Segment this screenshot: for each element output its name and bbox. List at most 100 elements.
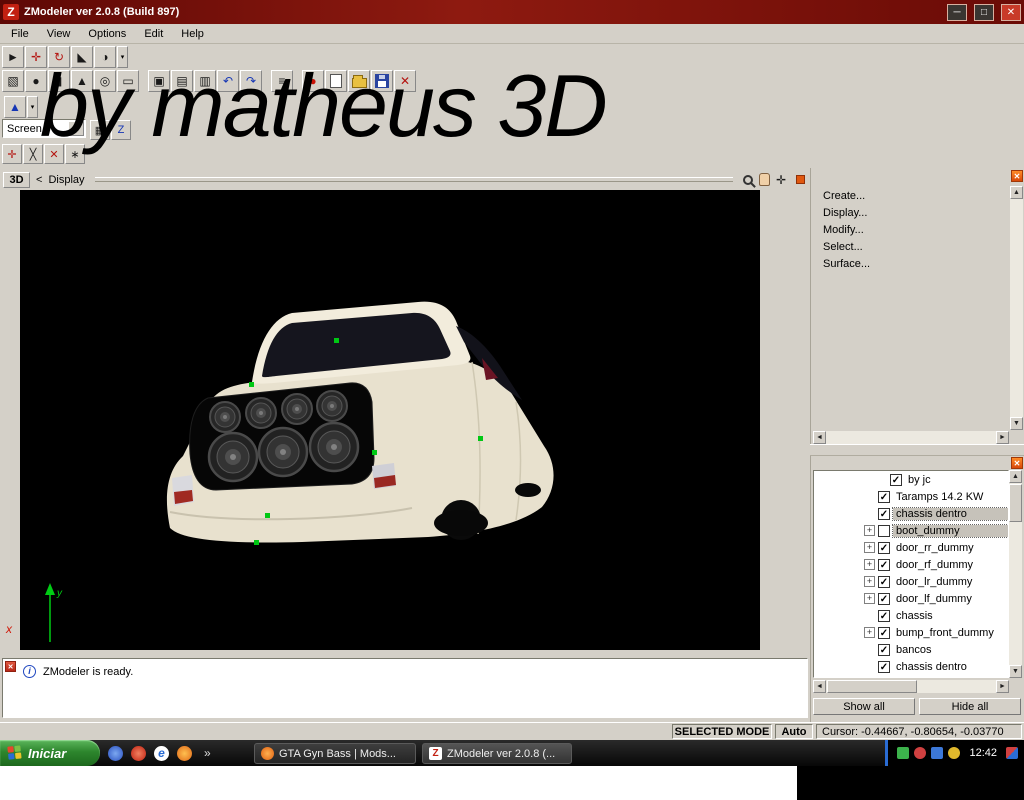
close-button[interactable]: ✕ <box>1001 3 1021 21</box>
zoom-icon[interactable] <box>742 174 753 185</box>
modes-dropdown-icon[interactable]: ▾ <box>117 46 128 68</box>
tray-misc-icon[interactable] <box>1006 747 1018 759</box>
titlebar[interactable]: Z ZModeler ver 2.0.8 (Build 897) ─ □ ✕ <box>0 0 1024 24</box>
tree-item[interactable]: + ✓ bump_front_dummy <box>814 624 1008 641</box>
command-select[interactable]: Select... <box>823 239 870 256</box>
command-modify[interactable]: Modify... <box>823 222 870 239</box>
scroll-left-icon[interactable]: ◄ <box>813 680 826 693</box>
mirror-tool-icon[interactable]: ◑ <box>94 46 116 68</box>
pan-hand-icon[interactable] <box>758 173 770 186</box>
visibility-checkbox[interactable]: ✓ <box>878 507 890 520</box>
move-view-icon[interactable]: ✛ <box>776 173 786 187</box>
visibility-checkbox[interactable]: ✓ <box>878 626 890 639</box>
quicklaunch-opera-icon[interactable] <box>131 745 146 761</box>
panel-close-icon[interactable]: ✕ <box>1011 170 1023 182</box>
minimize-button[interactable]: ─ <box>947 3 967 21</box>
face-tool-icon[interactable]: ✕ <box>44 144 64 164</box>
undo-icon[interactable]: ↶ <box>217 70 239 92</box>
new-file-icon[interactable] <box>325 70 347 92</box>
visibility-checkbox[interactable]: ✓ <box>878 558 890 571</box>
tree-vscrollbar[interactable]: ▲ ▼ <box>1009 470 1022 678</box>
delete-icon[interactable]: ✕ <box>394 70 416 92</box>
expand-icon[interactable]: + <box>864 627 875 638</box>
taskbar-task-browser[interactable]: GTA Gyn Bass | Mods... <box>254 743 416 764</box>
create-torus-icon[interactable]: ◎ <box>94 70 116 92</box>
taskbar-task-zmodeler[interactable]: Z ZModeler ver 2.0.8 (... <box>422 743 572 764</box>
scrollbar-thumb[interactable] <box>827 680 917 693</box>
scroll-up-icon[interactable]: ▲ <box>1009 470 1022 483</box>
scale-tool-icon[interactable]: ◣ <box>71 46 93 68</box>
start-button[interactable]: Iniciar <box>0 740 100 766</box>
render-icon[interactable]: ● <box>302 70 324 92</box>
tray-network-icon[interactable] <box>931 747 944 759</box>
collapse-arrow-icon[interactable]: < <box>36 174 42 186</box>
visibility-checkbox[interactable]: ✓ <box>878 490 890 503</box>
tray-shield-icon[interactable] <box>897 747 910 759</box>
menu-file[interactable]: File <box>2 25 38 43</box>
tree-item[interactable]: + ✓ door_lr_dummy <box>814 573 1008 590</box>
redo-icon[interactable]: ↷ <box>240 70 262 92</box>
hide-all-button[interactable]: Hide all <box>919 698 1021 715</box>
combobox-dropdown-icon[interactable]: ▾ <box>68 121 84 136</box>
tree-item[interactable]: ✓ Taramps 14.2 KW <box>814 488 1008 505</box>
expand-icon[interactable]: + <box>864 576 875 587</box>
scroll-left-icon[interactable]: ◄ <box>813 431 826 444</box>
create-cylinder-icon[interactable]: ▮ <box>48 70 70 92</box>
layers-icon[interactable]: ≡ <box>271 70 293 92</box>
show-all-button[interactable]: Show all <box>813 698 915 715</box>
viewport-mode-label[interactable]: Display <box>48 174 84 186</box>
command-display[interactable]: Display... <box>823 205 870 222</box>
save-icon[interactable] <box>371 70 393 92</box>
visibility-checkbox[interactable]: ✓ <box>878 609 890 622</box>
visibility-checkbox[interactable]: ✓ <box>890 473 902 486</box>
copy-icon[interactable]: ▣ <box>148 70 170 92</box>
panel-splitter[interactable] <box>810 444 1024 456</box>
array-icon[interactable]: ▥ <box>194 70 216 92</box>
select-mode-icon[interactable]: ► <box>2 46 24 68</box>
paste-icon[interactable]: ▤ <box>171 70 193 92</box>
visibility-checkbox[interactable]: ✓ <box>878 541 890 554</box>
open-folder-icon[interactable] <box>348 70 370 92</box>
vertex-tool-icon[interactable]: ✛ <box>2 144 22 164</box>
visibility-checkbox[interactable]: ✓ <box>878 592 890 605</box>
grid-snap-icon[interactable]: ▦ <box>90 120 110 140</box>
visibility-checkbox[interactable]: ✓ <box>878 575 890 588</box>
visibility-checkbox[interactable]: ✓ <box>878 643 890 656</box>
tree-item[interactable]: ✓ chassis dentro <box>814 505 1008 522</box>
rotate-tool-icon[interactable]: ↻ <box>48 46 70 68</box>
edge-tool-icon[interactable]: ╳ <box>23 144 43 164</box>
move-tool-icon[interactable]: ✛ <box>25 46 47 68</box>
create-box-icon[interactable]: ▧ <box>2 70 24 92</box>
viewport-3d[interactable]: y <box>20 190 760 650</box>
view-indicator-icon[interactable] <box>796 175 805 184</box>
pointer-mode-icon[interactable]: ▲ <box>4 96 26 118</box>
scroll-down-icon[interactable]: ▼ <box>1009 665 1022 678</box>
tree-item[interactable]: ✓ chassis dentro <box>814 658 1008 675</box>
quicklaunch-overflow-icon[interactable]: » <box>204 746 211 760</box>
expand-icon[interactable]: + <box>864 593 875 604</box>
quicklaunch-firefox-icon[interactable] <box>177 745 192 761</box>
visibility-checkbox[interactable] <box>878 524 890 537</box>
tray-update-icon[interactable] <box>914 747 927 759</box>
scrollbar-thumb[interactable] <box>1009 484 1022 522</box>
create-cone-icon[interactable]: ▲ <box>71 70 93 92</box>
menu-view[interactable]: View <box>38 25 80 43</box>
commands-hscrollbar[interactable]: ◄ ► <box>813 431 1009 444</box>
tree-item[interactable]: ✓ by jc <box>814 471 1008 488</box>
panel-close-icon[interactable]: ✕ <box>1011 457 1023 469</box>
scroll-right-icon[interactable]: ► <box>996 431 1009 444</box>
weld-tool-icon[interactable]: ∗ <box>65 144 85 164</box>
auto-indicator[interactable]: Auto <box>775 724 813 739</box>
command-create[interactable]: Create... <box>823 188 870 205</box>
scroll-right-icon[interactable]: ► <box>996 680 1009 693</box>
commands-vscrollbar[interactable]: ▲ ▼ <box>1010 186 1023 430</box>
quicklaunch-app-icon[interactable] <box>108 745 123 761</box>
visibility-checkbox[interactable]: ✓ <box>878 660 890 673</box>
viewport-tab-3d[interactable]: 3D <box>3 171 30 188</box>
create-sphere-icon[interactable]: ● <box>25 70 47 92</box>
pointer-dropdown-icon[interactable]: ▾ <box>27 96 38 118</box>
expand-icon[interactable]: + <box>864 559 875 570</box>
menu-help[interactable]: Help <box>172 25 213 43</box>
tree-item[interactable]: ✓ bancos <box>814 641 1008 658</box>
tray-volume-icon[interactable] <box>948 747 961 759</box>
